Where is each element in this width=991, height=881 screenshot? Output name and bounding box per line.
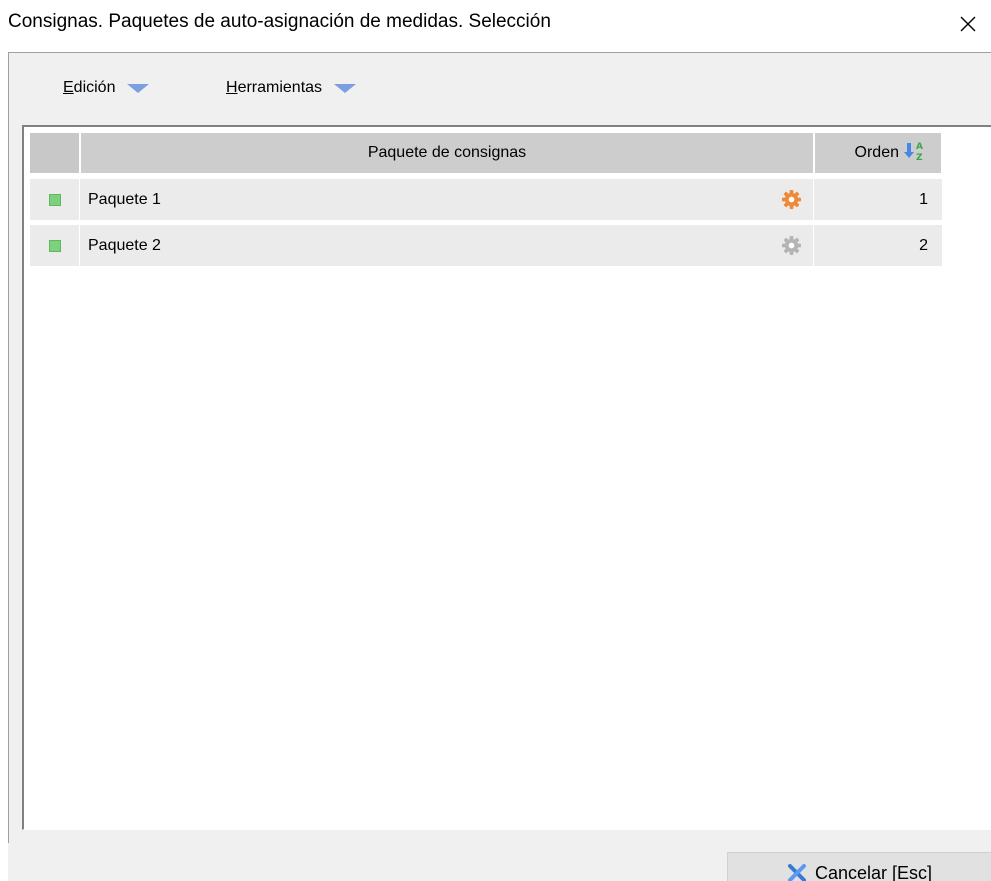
close-button[interactable] (945, 2, 991, 46)
menu-edicion-accesskey: E (63, 79, 74, 96)
package-orden: 2 (919, 236, 928, 254)
svg-text:A: A (916, 142, 923, 152)
chevron-down-icon (334, 83, 357, 93)
column-header-selector[interactable] (30, 133, 80, 173)
package-name: Paquete 1 (88, 190, 161, 208)
column-header-paquete-label: Paquete de consignas (367, 144, 527, 161)
menu-herramientas[interactable]: Herramientas (226, 79, 357, 97)
gear-inactive-icon[interactable] (782, 236, 801, 255)
window-title: Consignas. Paquetes de auto-asignación d… (8, 11, 551, 32)
menu-edicion[interactable]: Edición (63, 79, 150, 97)
dialog-body: Edición Herramientas Paquete de consigna… (8, 52, 991, 843)
menubar: Edición Herramientas (9, 53, 991, 123)
sort-ascending-az-icon: A Z (903, 140, 925, 167)
column-header-orden-label: Orden (854, 144, 899, 161)
menu-herramientas-label: erramientas (237, 79, 323, 96)
green-square-icon (48, 193, 61, 206)
title-bar: Consignas. Paquetes de auto-asignación d… (0, 0, 991, 50)
gear-active-icon[interactable] (782, 190, 801, 209)
cancel-button-label: Cancelar [Esc] (814, 863, 933, 881)
column-header-orden[interactable]: Orden A Z (814, 133, 942, 173)
table-row[interactable]: Paquete 2 2 (30, 225, 942, 266)
table-row[interactable]: Paquete 1 1 (30, 179, 942, 220)
menu-herramientas-accesskey: H (226, 79, 238, 96)
menu-edicion-label: dición (73, 79, 116, 96)
package-orden: 1 (919, 190, 928, 208)
svg-text:Z: Z (916, 153, 923, 162)
package-name-cell[interactable]: Paquete 2 (80, 225, 814, 266)
chevron-down-icon (127, 83, 150, 93)
green-square-icon (48, 239, 61, 252)
cancel-button[interactable]: Cancelar [Esc] (727, 852, 991, 881)
row-selector[interactable] (30, 179, 80, 220)
close-icon (960, 16, 976, 32)
package-name-cell[interactable]: Paquete 1 (80, 179, 814, 220)
blue-x-icon (787, 864, 806, 881)
column-header-paquete[interactable]: Paquete de consignas (80, 133, 814, 173)
row-selector[interactable] (30, 225, 80, 266)
package-name: Paquete 2 (88, 236, 161, 254)
package-orden-cell[interactable]: 2 (814, 225, 942, 266)
package-orden-cell[interactable]: 1 (814, 179, 942, 220)
packages-grid-frame: Paquete de consignas Orden A Z Paquete 1… (22, 125, 991, 830)
